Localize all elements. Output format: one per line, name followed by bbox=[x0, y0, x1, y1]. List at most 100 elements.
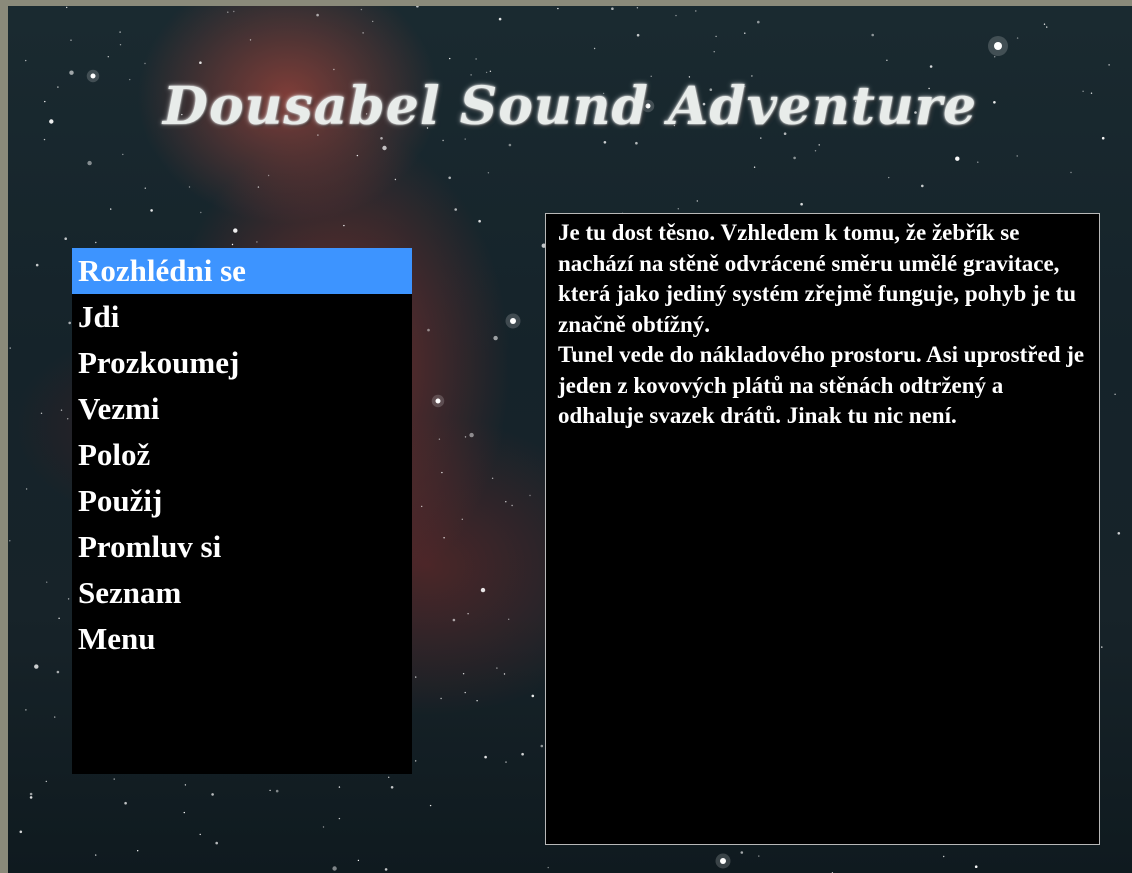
star bbox=[1016, 155, 1018, 157]
star bbox=[333, 68, 335, 71]
star bbox=[476, 700, 478, 702]
star bbox=[322, 826, 325, 828]
star bbox=[814, 150, 817, 152]
star bbox=[25, 488, 28, 490]
star bbox=[498, 17, 502, 21]
star bbox=[467, 613, 469, 615]
star bbox=[449, 57, 451, 60]
star bbox=[388, 776, 390, 778]
star bbox=[943, 855, 945, 858]
command-menu[interactable]: Rozhlédni se Jdi Prozkoumej Vezmi Polož … bbox=[72, 248, 412, 774]
star bbox=[511, 504, 513, 507]
star bbox=[464, 436, 467, 438]
star bbox=[60, 409, 63, 411]
menu-item-talk[interactable]: Promluv si bbox=[72, 524, 412, 570]
star bbox=[233, 228, 238, 233]
star bbox=[70, 39, 72, 41]
game-title: Dousabel Sound Adventure bbox=[162, 76, 978, 137]
menu-item-inventory[interactable]: Seznam bbox=[72, 570, 412, 616]
star bbox=[508, 618, 510, 620]
star bbox=[66, 6, 68, 9]
star bbox=[758, 855, 760, 857]
menu-item-put-down[interactable]: Polož bbox=[72, 432, 412, 478]
star bbox=[695, 10, 697, 12]
star bbox=[636, 7, 639, 9]
star bbox=[493, 335, 498, 341]
star bbox=[95, 241, 97, 244]
menu-item-go[interactable]: Jdi bbox=[72, 294, 412, 340]
menu-item-take[interactable]: Vezmi bbox=[72, 386, 412, 432]
star bbox=[888, 176, 890, 179]
menu-item-use[interactable]: Použij bbox=[72, 478, 412, 524]
star bbox=[994, 56, 996, 58]
star bbox=[415, 760, 417, 762]
star bbox=[227, 11, 229, 13]
star bbox=[144, 62, 146, 65]
star bbox=[122, 153, 124, 156]
star bbox=[95, 854, 97, 856]
star bbox=[25, 709, 27, 711]
star bbox=[1046, 26, 1048, 28]
star bbox=[54, 716, 56, 718]
star bbox=[505, 761, 507, 763]
star bbox=[267, 174, 270, 177]
star bbox=[382, 145, 387, 151]
star bbox=[636, 33, 640, 37]
bright-star bbox=[510, 318, 516, 324]
star bbox=[715, 35, 717, 38]
star bbox=[256, 241, 258, 243]
star bbox=[478, 219, 481, 223]
star bbox=[43, 138, 46, 141]
star bbox=[188, 186, 191, 188]
star bbox=[760, 137, 762, 139]
star bbox=[1101, 646, 1103, 648]
star bbox=[452, 618, 456, 622]
star bbox=[818, 144, 820, 146]
star bbox=[64, 237, 67, 240]
star bbox=[603, 141, 607, 144]
star bbox=[124, 801, 127, 805]
star bbox=[9, 540, 11, 542]
star bbox=[753, 166, 756, 168]
star bbox=[480, 587, 486, 593]
menu-item-examine[interactable]: Prozkoumej bbox=[72, 340, 412, 386]
menu-item-menu[interactable]: Menu bbox=[72, 616, 412, 662]
star bbox=[1016, 37, 1019, 39]
star bbox=[110, 208, 112, 210]
star bbox=[421, 505, 423, 508]
star bbox=[740, 851, 744, 854]
star bbox=[635, 141, 638, 145]
star bbox=[886, 59, 888, 61]
star bbox=[429, 804, 432, 807]
star bbox=[45, 780, 47, 783]
star bbox=[394, 178, 397, 181]
star bbox=[744, 32, 746, 34]
star bbox=[921, 184, 924, 188]
star bbox=[443, 537, 445, 539]
star bbox=[119, 44, 122, 46]
star bbox=[675, 14, 677, 17]
star bbox=[448, 176, 452, 180]
star bbox=[461, 518, 463, 520]
star bbox=[9, 347, 11, 349]
star bbox=[547, 866, 549, 869]
star bbox=[793, 156, 796, 160]
star bbox=[25, 59, 27, 62]
star bbox=[454, 208, 458, 211]
description-paragraph: Tunel vede do nákladového prostoru. Asi … bbox=[558, 342, 1085, 428]
bright-star bbox=[435, 398, 441, 404]
star bbox=[356, 154, 359, 157]
star bbox=[67, 418, 69, 420]
star bbox=[249, 39, 252, 41]
star bbox=[464, 691, 466, 694]
star bbox=[557, 7, 559, 10]
star bbox=[593, 47, 596, 50]
star bbox=[58, 617, 60, 619]
star bbox=[611, 7, 614, 10]
star bbox=[1114, 393, 1116, 395]
menu-item-look-around[interactable]: Rozhlédni se bbox=[72, 248, 412, 294]
bright-star bbox=[994, 42, 1002, 50]
star bbox=[505, 501, 507, 503]
star bbox=[529, 494, 531, 497]
star bbox=[415, 676, 417, 678]
